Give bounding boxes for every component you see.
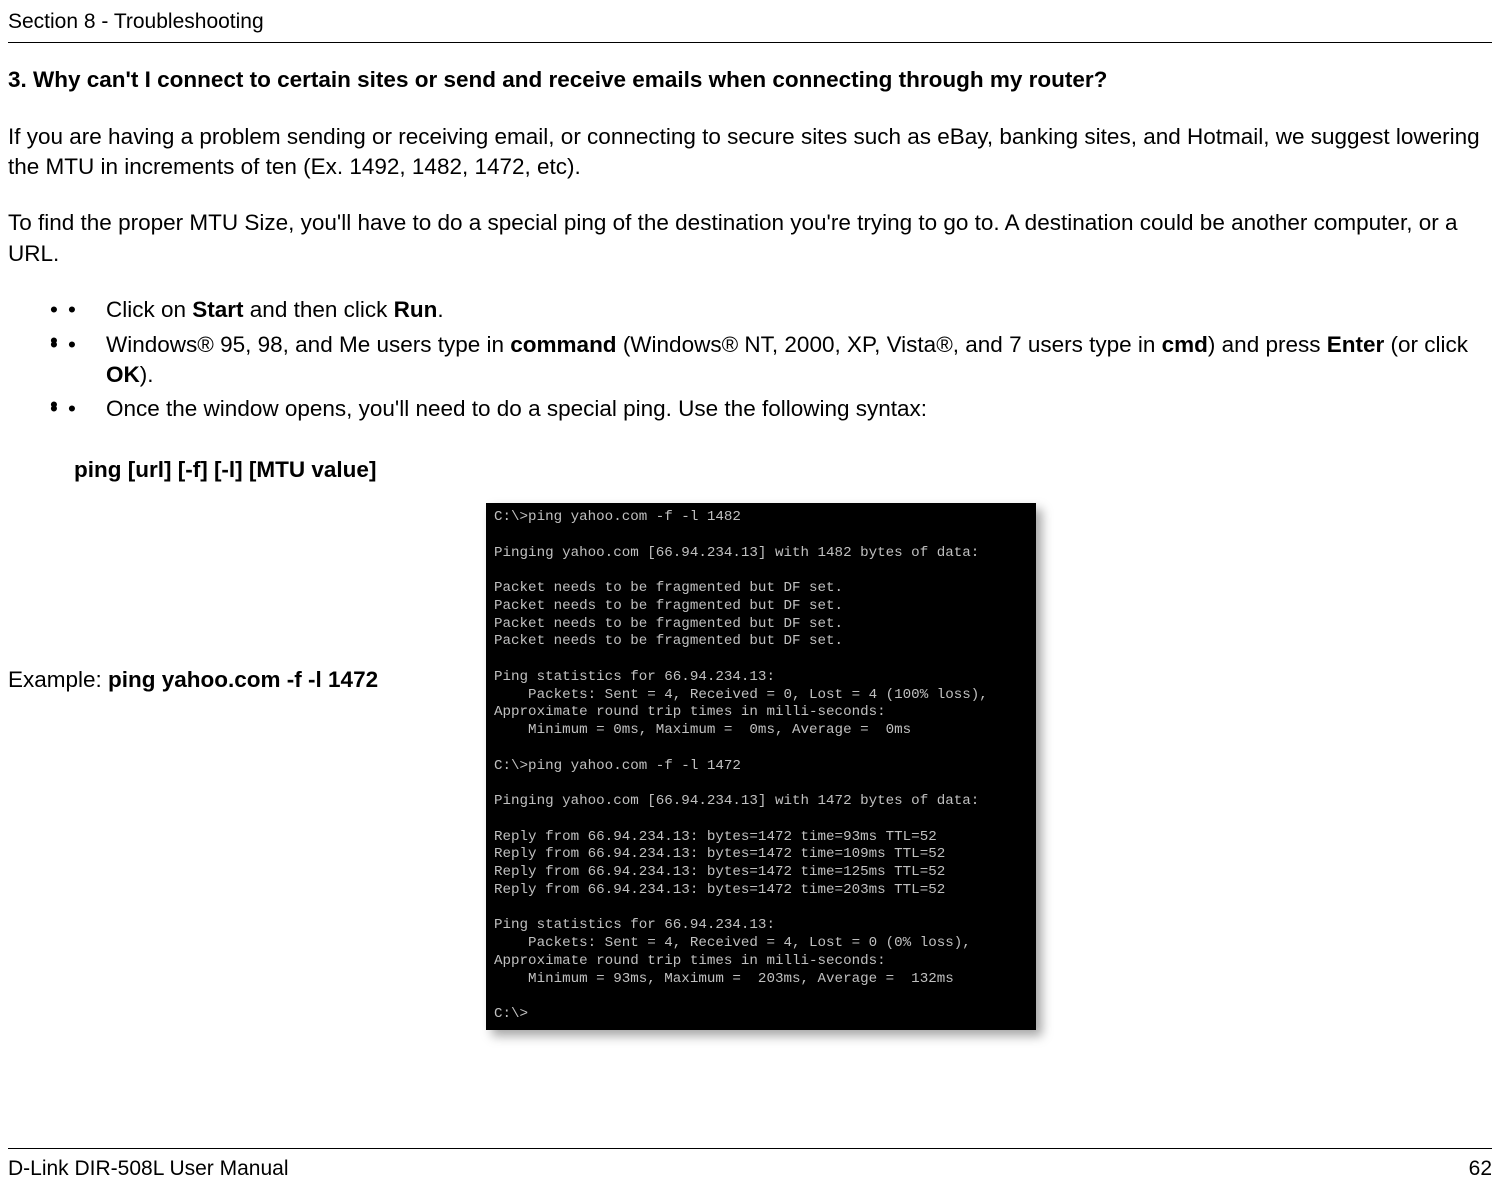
step-2-cmd2: cmd [1162, 332, 1208, 357]
step-2-pre: Windows® 95, 98, and Me users type in [106, 332, 510, 357]
page-footer: D-Link DIR-508L User Manual 62 [8, 1148, 1492, 1183]
section-title: Section 8 - Troubleshooting [8, 10, 264, 33]
footer-manual-title: D-Link DIR-508L User Manual [8, 1155, 289, 1183]
step-2-or: (or click [1384, 332, 1468, 357]
paragraph-1: If you are having a problem sending or r… [8, 122, 1492, 183]
inner-bullet: • [68, 295, 76, 325]
faq-question: 3. Why can't I connect to certain sites … [8, 65, 1492, 95]
step-2: • Windows® 95, 98, and Me users type in … [50, 330, 1492, 391]
footer-page-number: 62 [1469, 1155, 1492, 1183]
step-2-cmd1: command [510, 332, 616, 357]
step-2-mid: (Windows® NT, 2000, XP, Vista®, and 7 us… [617, 332, 1162, 357]
example-row: Example: ping yahoo.com -f -l 1472 C:\>p… [8, 485, 1492, 1030]
step-2-enter: Enter [1327, 332, 1385, 357]
step-1-run: Run [394, 297, 438, 322]
step-1-post: . [437, 297, 443, 322]
terminal-wrapper: C:\>ping yahoo.com -f -l 1482 Pinging ya… [486, 503, 1036, 1030]
example-command: ping yahoo.com -f -l 1472 [108, 667, 378, 692]
step-2-ok: OK [106, 362, 140, 387]
step-1-pre: Click on [106, 297, 192, 322]
ping-syntax: ping [url] [-f] [-l] [MTU value] [74, 455, 1492, 485]
page-content: 3. Why can't I connect to certain sites … [0, 65, 1500, 1030]
section-header: Section 8 - Troubleshooting [8, 0, 1492, 43]
step-3: • Once the window opens, you'll need to … [50, 394, 1492, 424]
step-1-start: Start [192, 297, 243, 322]
paragraph-2: To find the proper MTU Size, you'll have… [8, 208, 1492, 269]
step-1-mid: and then click [244, 297, 394, 322]
step-1: • Click on Start and then click Run. [50, 295, 1492, 325]
inner-bullet: • [68, 394, 76, 424]
step-2-post1: ) and press [1208, 332, 1327, 357]
example-column: Example: ping yahoo.com -f -l 1472 [8, 485, 486, 695]
example-label: Example: [8, 667, 108, 692]
step-2-post2: ). [140, 362, 154, 387]
step-3-text: Once the window opens, you'll need to do… [106, 396, 927, 421]
steps-list: • Click on Start and then click Run. • W… [50, 295, 1492, 425]
command-prompt-screenshot: C:\>ping yahoo.com -f -l 1482 Pinging ya… [486, 503, 1036, 1030]
inner-bullet: • [68, 330, 76, 360]
